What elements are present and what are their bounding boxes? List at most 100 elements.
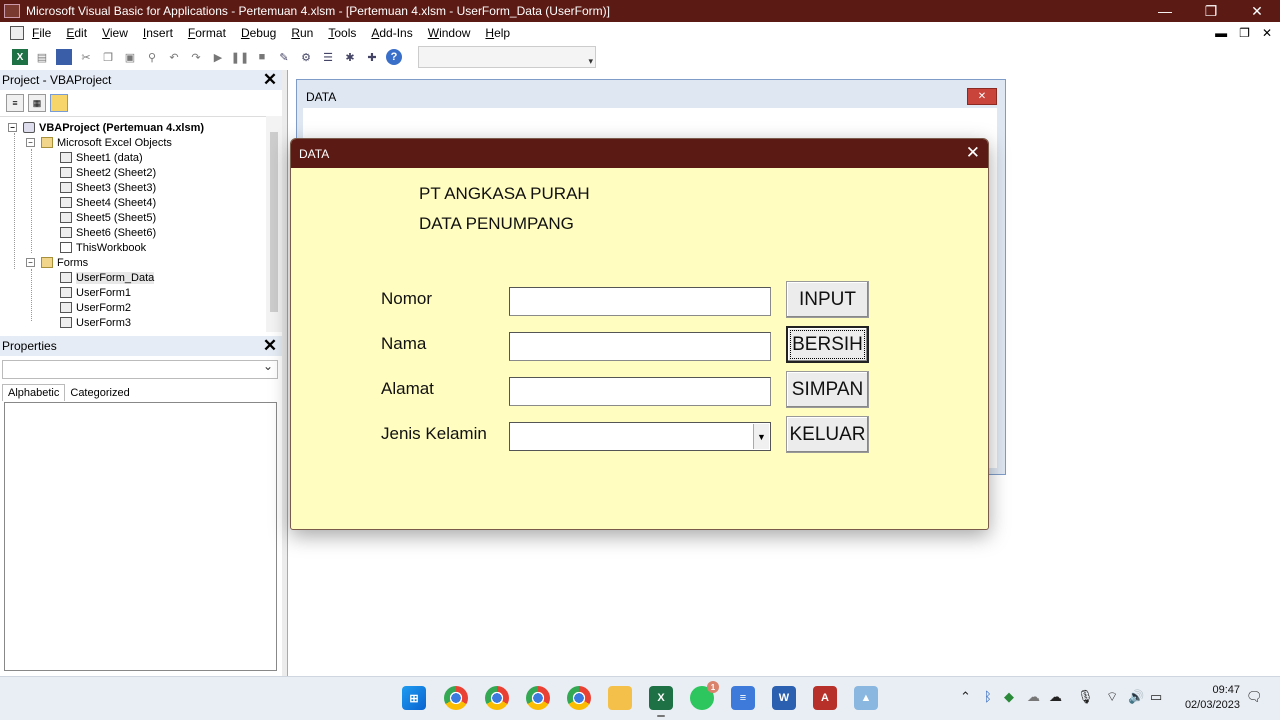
copy-icon[interactable]: ❐ bbox=[100, 49, 116, 65]
scrollbar-thumb[interactable] bbox=[270, 132, 278, 312]
tree-item-sheet6[interactable]: Sheet6 (Sheet6) bbox=[60, 225, 156, 240]
windows-start-icon[interactable]: ⊞ bbox=[402, 686, 426, 710]
dropdown-arrow-icon[interactable]: ▼ bbox=[753, 424, 769, 449]
mdi-restore-button[interactable]: ❐ bbox=[1239, 26, 1250, 40]
project-tree-scrollbar[interactable] bbox=[266, 116, 282, 332]
jenis-kelamin-combobox[interactable]: ▼ bbox=[509, 422, 771, 451]
excel-icon[interactable]: X bbox=[649, 686, 673, 710]
find-icon[interactable]: ⚲ bbox=[144, 49, 160, 65]
minimize-button[interactable]: — bbox=[1142, 0, 1188, 22]
insert-userform-icon[interactable]: ▤ bbox=[34, 49, 50, 65]
image-viewer-icon[interactable]: ▲ bbox=[854, 686, 878, 710]
menu-insert[interactable]: Insert bbox=[143, 26, 173, 40]
document-menu-icon[interactable] bbox=[10, 26, 24, 40]
notifications-icon[interactable]: 🗨 bbox=[1246, 689, 1263, 705]
notepad-icon[interactable]: ≡ bbox=[731, 686, 755, 710]
collapse-toggle-icon[interactable]: − bbox=[26, 138, 35, 147]
toolbox-icon[interactable]: ✚ bbox=[364, 49, 380, 65]
menu-tools[interactable]: Tools bbox=[328, 26, 356, 40]
help-icon[interactable]: ? bbox=[386, 49, 402, 65]
chrome-profile-icon[interactable] bbox=[526, 686, 550, 710]
keluar-button[interactable]: KELUAR bbox=[786, 416, 869, 453]
security-icon[interactable]: ◆ bbox=[1004, 689, 1014, 705]
view-code-icon[interactable]: ≡ bbox=[6, 94, 24, 112]
tab-categorized[interactable]: Categorized bbox=[65, 385, 134, 401]
properties-pane-close-button[interactable]: ✕ bbox=[262, 336, 278, 356]
input-button[interactable]: INPUT bbox=[786, 281, 869, 318]
weather-icon[interactable]: ☁ bbox=[1049, 689, 1062, 705]
tree-item-userform3[interactable]: UserForm3 bbox=[60, 315, 131, 330]
menu-format[interactable]: Format bbox=[188, 26, 226, 40]
tray-overflow-icon[interactable]: ⌃ bbox=[960, 689, 971, 705]
paste-icon[interactable]: ▣ bbox=[122, 49, 138, 65]
bersih-button[interactable]: BERSIH bbox=[786, 326, 869, 363]
properties-object-select[interactable] bbox=[2, 359, 278, 379]
menu-view[interactable]: View bbox=[102, 26, 128, 40]
menu-file[interactable]: File bbox=[32, 26, 51, 40]
mdi-close-button[interactable]: ✕ bbox=[1262, 26, 1272, 40]
chrome-profile-icon[interactable] bbox=[485, 686, 509, 710]
tree-root-vbaproject[interactable]: − VBAProject (Pertemuan 4.xlsm) bbox=[8, 120, 204, 135]
collapse-toggle-icon[interactable]: − bbox=[8, 123, 17, 132]
collapse-toggle-icon[interactable]: − bbox=[26, 258, 35, 267]
properties-list[interactable] bbox=[4, 402, 277, 671]
simpan-button[interactable]: SIMPAN bbox=[786, 371, 869, 408]
alamat-input[interactable] bbox=[509, 377, 771, 406]
view-object-icon[interactable]: ▦ bbox=[28, 94, 46, 112]
project-explorer-icon[interactable]: ⚙ bbox=[298, 49, 314, 65]
tree-folder-forms[interactable]: − Forms bbox=[26, 255, 88, 270]
toggle-folders-icon[interactable] bbox=[50, 94, 68, 112]
close-button[interactable]: ✕ bbox=[1234, 0, 1280, 22]
nomor-input[interactable] bbox=[509, 287, 771, 316]
toolbar-options-dropdown[interactable] bbox=[418, 46, 596, 68]
menu-add-ins[interactable]: Add-Ins bbox=[371, 26, 412, 40]
menu-debug[interactable]: Debug bbox=[241, 26, 276, 40]
tree-item-userform2[interactable]: UserForm2 bbox=[60, 300, 131, 315]
designer-close-button[interactable]: ✕ bbox=[967, 88, 997, 105]
tree-item-userform-data[interactable]: UserForm_Data bbox=[60, 270, 155, 285]
tree-folder-excel-objects[interactable]: − Microsoft Excel Objects bbox=[26, 135, 172, 150]
vba-app-icon[interactable] bbox=[4, 4, 20, 18]
project-pane-close-button[interactable]: ✕ bbox=[262, 70, 278, 90]
tree-item-sheet4[interactable]: Sheet4 (Sheet4) bbox=[60, 195, 156, 210]
tab-alphabetic[interactable]: Alphabetic bbox=[2, 384, 66, 401]
tree-item-sheet2[interactable]: Sheet2 (Sheet2) bbox=[60, 165, 156, 180]
access-icon[interactable]: A bbox=[813, 686, 837, 710]
cut-icon[interactable]: ✂ bbox=[78, 49, 94, 65]
whatsapp-icon[interactable]: 1 bbox=[690, 681, 719, 710]
object-browser-icon[interactable]: ✱ bbox=[342, 49, 358, 65]
chrome-icon[interactable] bbox=[444, 686, 468, 710]
undo-icon[interactable]: ↶ bbox=[166, 49, 182, 65]
file-explorer-icon[interactable] bbox=[608, 686, 632, 710]
redo-icon[interactable]: ↷ bbox=[188, 49, 204, 65]
volume-icon[interactable]: 🔊 bbox=[1128, 689, 1144, 705]
bluetooth-icon[interactable]: ᛒ bbox=[984, 689, 992, 704]
wifi-icon[interactable]: ⌔ bbox=[1106, 689, 1118, 705]
menu-run[interactable]: Run bbox=[291, 26, 313, 40]
reset-icon[interactable]: ■ bbox=[254, 49, 270, 65]
microphone-icon[interactable]: 🎙 bbox=[1077, 689, 1094, 705]
pane-splitter[interactable] bbox=[282, 70, 288, 676]
break-icon[interactable]: ❚❚ bbox=[231, 49, 249, 65]
menu-edit[interactable]: Edit bbox=[66, 26, 87, 40]
tree-item-userform1[interactable]: UserForm1 bbox=[60, 285, 131, 300]
onedrive-icon[interactable]: ☁ bbox=[1027, 689, 1040, 705]
run-icon[interactable]: ▶ bbox=[210, 49, 226, 65]
system-clock[interactable]: 09:47 02/03/2023 bbox=[1185, 683, 1240, 713]
battery-icon[interactable]: ▭ bbox=[1150, 689, 1162, 705]
tree-item-sheet1[interactable]: Sheet1 (data) bbox=[60, 150, 143, 165]
tree-item-thisworkbook[interactable]: ThisWorkbook bbox=[60, 240, 146, 255]
maximize-button[interactable]: ❐ bbox=[1188, 0, 1234, 22]
menu-window[interactable]: Window bbox=[428, 26, 471, 40]
word-icon[interactable]: W bbox=[772, 686, 796, 710]
tree-item-sheet3[interactable]: Sheet3 (Sheet3) bbox=[60, 180, 156, 195]
chrome-profile-icon[interactable] bbox=[567, 686, 591, 710]
menu-help[interactable]: Help bbox=[485, 26, 510, 40]
form-close-button[interactable]: ✕ bbox=[966, 143, 980, 163]
design-mode-icon[interactable]: ✎ bbox=[276, 49, 292, 65]
tree-item-sheet5[interactable]: Sheet5 (Sheet5) bbox=[60, 210, 156, 225]
view-excel-icon[interactable]: X bbox=[12, 49, 28, 65]
save-icon[interactable] bbox=[56, 49, 72, 65]
properties-window-icon[interactable]: ☰ bbox=[320, 49, 336, 65]
nama-input[interactable] bbox=[509, 332, 771, 361]
